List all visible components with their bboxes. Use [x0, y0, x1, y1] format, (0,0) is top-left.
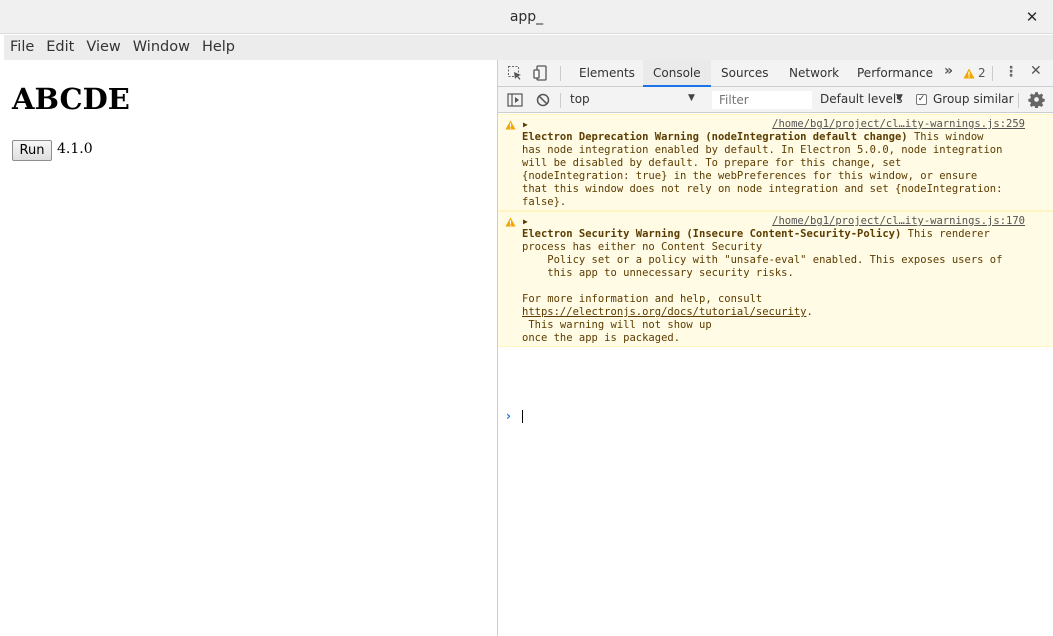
- message-text: For more information and help, consult: [522, 293, 763, 305]
- message-title: Electron Security Warning (Insecure Cont…: [522, 228, 902, 240]
- warning-count: 2: [978, 66, 986, 80]
- menu-file[interactable]: File: [4, 35, 40, 60]
- context-selector[interactable]: top: [570, 92, 590, 106]
- expand-triangle-icon[interactable]: ▶: [523, 120, 528, 129]
- message-text: that this window does not rely on node i…: [522, 183, 1003, 195]
- devtools-tab-bar: Elements Console Sources Network Perform…: [498, 60, 1053, 87]
- message-text: This renderer: [901, 228, 990, 240]
- more-tabs-icon[interactable]: »: [944, 63, 953, 79]
- expand-triangle-icon[interactable]: ▶: [523, 217, 528, 226]
- message-title: Electron Deprecation Warning (nodeIntegr…: [522, 131, 908, 143]
- menu-view[interactable]: View: [80, 35, 126, 60]
- source-link[interactable]: /home/bg1/project/cl…ity-warnings.js:259: [772, 118, 1025, 130]
- title-bar: app_ ✕: [0, 0, 1053, 34]
- window-title: app_: [509, 9, 544, 25]
- tab-separator: [992, 66, 993, 81]
- warning-icon: [505, 217, 516, 227]
- show-sidebar-icon[interactable]: [507, 92, 523, 108]
- tab-network[interactable]: Network: [789, 60, 839, 87]
- tab-separator: [560, 66, 561, 81]
- message-body: Electron Deprecation Warning (nodeIntegr…: [522, 131, 1032, 209]
- group-similar-label: Group similar: [933, 92, 1014, 106]
- page-content: ABCDE Run 4.1.0: [4, 60, 497, 636]
- inspect-element-icon[interactable]: [507, 65, 523, 81]
- tab-sources[interactable]: Sources: [721, 60, 768, 87]
- clear-console-icon[interactable]: [535, 92, 551, 108]
- run-button[interactable]: Run: [12, 140, 52, 161]
- more-options-icon[interactable]: ⋮: [1004, 64, 1018, 80]
- message-text: {nodeIntegration: true} in the webPrefer…: [522, 170, 978, 182]
- toolbar-separator: [1018, 93, 1019, 108]
- filter-input[interactable]: [712, 91, 812, 109]
- message-text: Policy set or a policy with "unsafe-eval…: [522, 254, 1003, 266]
- menu-bar: File Edit View Window Help: [4, 35, 1053, 60]
- message-text: process has either no Content Security: [522, 241, 763, 253]
- message-body: Electron Security Warning (Insecure Cont…: [522, 228, 1032, 345]
- device-toolbar-icon[interactable]: [533, 65, 549, 81]
- message-text: .: [806, 306, 813, 318]
- levels-dropdown-icon[interactable]: ▼: [896, 93, 903, 103]
- tab-elements[interactable]: Elements: [579, 60, 635, 87]
- warning-counter[interactable]: 2: [963, 66, 986, 80]
- message-text: once the app is packaged.: [522, 332, 681, 344]
- console-output: ▶ /home/bg1/project/cl…ity-warnings.js:2…: [498, 114, 1053, 636]
- window-close-icon[interactable]: ✕: [1023, 8, 1041, 26]
- security-docs-link[interactable]: https://electronjs.org/docs/tutorial/sec…: [522, 306, 806, 318]
- gear-icon[interactable]: [1028, 91, 1045, 108]
- console-warning-message: ▶ /home/bg1/project/cl…ity-warnings.js:2…: [498, 114, 1053, 211]
- message-text: has node integration enabled by default.…: [522, 144, 1003, 156]
- app-window: app_ ✕ File Edit View Window Help ABCDE …: [0, 0, 1053, 636]
- log-levels-dropdown[interactable]: Default levels: [820, 92, 902, 106]
- page-heading: ABCDE: [12, 82, 130, 116]
- menu-window[interactable]: Window: [127, 35, 196, 60]
- menu-edit[interactable]: Edit: [40, 35, 80, 60]
- message-text: false}.: [522, 196, 567, 208]
- context-dropdown-icon[interactable]: ▼: [688, 93, 695, 103]
- tab-performance[interactable]: Performance: [857, 60, 933, 87]
- tab-console[interactable]: Console: [643, 60, 711, 87]
- console-warning-message: ▶ /home/bg1/project/cl…ity-warnings.js:1…: [498, 211, 1053, 347]
- console-input-caret[interactable]: [522, 410, 523, 423]
- warning-icon: [505, 120, 516, 130]
- source-link[interactable]: /home/bg1/project/cl…ity-warnings.js:170: [772, 215, 1025, 227]
- devtools-panel: Elements Console Sources Network Perform…: [497, 60, 1053, 636]
- message-text: will be disabled by default. To prepare …: [522, 157, 902, 169]
- warning-icon: [963, 68, 975, 78]
- console-toolbar: top ▼ Default levels ▼ ✓ Group similar: [498, 87, 1053, 113]
- menu-help[interactable]: Help: [196, 35, 241, 60]
- devtools-close-icon[interactable]: ✕: [1030, 63, 1042, 79]
- group-similar-checkbox[interactable]: ✓: [916, 94, 927, 105]
- console-prompt-icon: ›: [506, 409, 511, 423]
- version-text: 4.1.0: [57, 141, 93, 157]
- message-text: This warning will not show up: [522, 319, 712, 331]
- message-text: this app to unnecessary security risks.: [522, 267, 794, 279]
- message-text: This window: [907, 131, 984, 143]
- toolbar-separator: [560, 93, 561, 108]
